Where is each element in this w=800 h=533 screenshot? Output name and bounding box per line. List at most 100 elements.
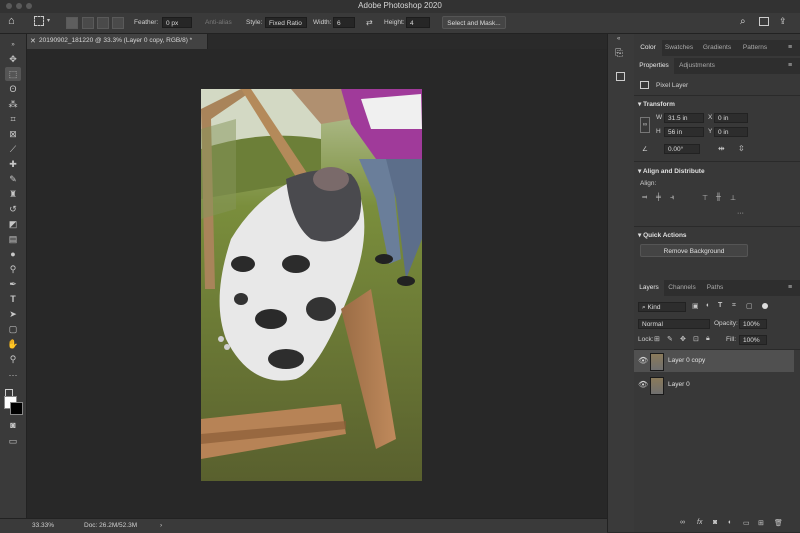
share-icon[interactable]: ⇪	[779, 16, 787, 27]
align-top-icon[interactable]: ⊤	[702, 194, 708, 202]
history-brush-tool-icon[interactable]: ↺	[5, 202, 21, 216]
swap-dimensions-icon[interactable]: ⇄	[366, 17, 373, 29]
eyedropper-tool-icon[interactable]: ⟋	[5, 142, 21, 156]
flip-horizontal-icon[interactable]: ⇹	[718, 144, 725, 153]
angle-field[interactable]: 0.00°	[664, 144, 700, 154]
new-group-icon[interactable]: ▭	[743, 519, 750, 527]
tab-layers[interactable]: Layers	[634, 280, 664, 296]
blend-mode-select[interactable]: Normal	[638, 319, 710, 329]
add-selection-mode-button[interactable]	[82, 17, 94, 29]
tab-gradients[interactable]: Gradients	[698, 40, 736, 56]
layer-filter-kind-select[interactable]: ⌕ Kind	[638, 302, 686, 312]
layer-row-layer-0-copy[interactable]: 👁︎ Layer 0 copy	[634, 350, 794, 372]
lock-transparent-icon[interactable]: ⊞	[654, 335, 660, 343]
path-selection-tool-icon[interactable]: ➤	[5, 307, 21, 321]
frame-tool-icon[interactable]: ⊠	[5, 127, 21, 141]
style-select[interactable]: Fixed Ratio	[265, 17, 307, 28]
new-layer-icon[interactable]: ⊞	[758, 519, 764, 527]
healing-brush-tool-icon[interactable]: ✚	[5, 157, 21, 171]
filter-shape-icon[interactable]: ⌗	[732, 302, 736, 310]
rectangular-marquee-tool-icon[interactable]: ⬚	[5, 67, 21, 81]
shape-tool-icon[interactable]: ▢	[5, 322, 21, 336]
move-tool-icon[interactable]: ✥	[5, 52, 21, 66]
type-tool-icon[interactable]: T	[5, 292, 21, 306]
visibility-eye-icon[interactable]: 👁︎	[638, 380, 648, 389]
align-bottom-icon[interactable]: ⊥	[730, 194, 736, 202]
background-color-swatch[interactable]	[10, 402, 23, 415]
intersect-selection-mode-button[interactable]	[112, 17, 124, 29]
width-input[interactable]: 6	[333, 17, 355, 28]
close-icon[interactable]: ✕	[30, 37, 36, 45]
filter-type-icon[interactable]: T	[718, 302, 722, 309]
lasso-tool-icon[interactable]: ʘ	[5, 82, 21, 96]
brush-tool-icon[interactable]: ✎	[5, 172, 21, 186]
tab-swatches[interactable]: Swatches	[662, 40, 696, 56]
align-center-h-icon[interactable]: ╪	[656, 194, 661, 201]
delete-layer-icon[interactable]: 🗑︎	[774, 519, 783, 527]
pen-tool-icon[interactable]: ✒	[5, 277, 21, 291]
quick-selection-tool-icon[interactable]: ⁂	[5, 97, 21, 111]
libraries-panel-icon[interactable]	[616, 72, 625, 81]
expand-panels-icon[interactable]: «	[617, 36, 620, 42]
transform-section-header[interactable]: ▾ Transform	[638, 100, 675, 108]
tab-patterns[interactable]: Patterns	[738, 40, 772, 56]
canvas-image[interactable]	[201, 89, 422, 481]
new-selection-mode-button[interactable]	[66, 17, 78, 29]
hand-tool-icon[interactable]: ✋	[5, 337, 21, 351]
opacity-field[interactable]: 100%	[739, 319, 767, 329]
tab-properties[interactable]: Properties	[634, 58, 674, 74]
more-tools-icon[interactable]: ···	[5, 368, 21, 382]
layer-style-fx-icon[interactable]: fx	[697, 519, 702, 526]
eraser-tool-icon[interactable]: ◩	[5, 217, 21, 231]
filter-pixel-icon[interactable]: ▣	[692, 302, 699, 310]
tab-adjustments[interactable]: Adjustments	[674, 58, 720, 74]
marquee-preset-icon[interactable]	[34, 16, 44, 26]
filter-toggle-icon[interactable]	[762, 303, 768, 309]
filter-smart-object-icon[interactable]: ▢	[746, 302, 753, 310]
fill-field[interactable]: 100%	[739, 335, 767, 345]
quick-mask-icon[interactable]: ◙	[5, 418, 21, 432]
clone-stamp-tool-icon[interactable]: ♜	[5, 187, 21, 201]
toolbar-collapse-icon[interactable]: »	[5, 38, 21, 52]
history-panel-icon[interactable]: ⎘	[615, 48, 623, 59]
workspace-icon[interactable]	[759, 17, 769, 26]
subtract-selection-mode-button[interactable]	[97, 17, 109, 29]
gradient-tool-icon[interactable]: ▤	[5, 232, 21, 246]
layer-row-layer-0[interactable]: 👁︎ Layer 0	[634, 374, 794, 396]
filter-adjustment-icon[interactable]: ◐	[706, 302, 710, 309]
home-icon[interactable]: ⌂	[8, 15, 15, 27]
align-middle-icon[interactable]: ╫	[716, 194, 721, 201]
x-field[interactable]: 0 in	[714, 113, 748, 123]
crop-tool-icon[interactable]: ⌗	[5, 112, 21, 126]
add-mask-icon[interactable]: ◙	[713, 519, 717, 526]
dodge-tool-icon[interactable]: ⚲	[5, 262, 21, 276]
y-field[interactable]: 0 in	[714, 127, 748, 137]
link-dimensions-icon[interactable]: ∞	[640, 117, 650, 133]
zoom-level[interactable]: 33.33%	[32, 522, 54, 529]
align-right-icon[interactable]: ⫣	[670, 194, 674, 202]
blur-tool-icon[interactable]: ●	[5, 247, 21, 261]
tab-color[interactable]: Color	[634, 40, 662, 56]
feather-input[interactable]: 0 px	[162, 17, 192, 28]
tab-paths[interactable]: Paths	[702, 280, 728, 296]
align-section-header[interactable]: ▾ Align and Distribute	[638, 167, 705, 175]
lock-position-icon[interactable]: ✥	[680, 335, 686, 343]
link-layers-icon[interactable]: ∞	[680, 519, 685, 526]
adjustment-layer-icon[interactable]: ◐	[728, 519, 732, 526]
width-field[interactable]: 31.5 in	[664, 113, 704, 123]
lock-artboard-icon[interactable]: ⊡	[693, 335, 699, 343]
panel-menu-icon[interactable]: ≡	[788, 62, 792, 69]
remove-background-button[interactable]: Remove Background	[640, 244, 748, 257]
height-input[interactable]: 4	[406, 17, 430, 28]
lock-image-icon[interactable]: ✎	[667, 335, 673, 343]
screen-mode-icon[interactable]: ▭	[5, 434, 21, 448]
flip-vertical-icon[interactable]: ⇳	[738, 144, 745, 153]
lock-all-icon[interactable]: 🔒︎	[706, 335, 710, 343]
panel-menu-icon[interactable]: ≡	[788, 284, 792, 291]
document-tab[interactable]: ✕ 20190902_181220 @ 33.3% (Layer 0 copy,…	[27, 34, 208, 49]
tab-channels[interactable]: Channels	[664, 280, 700, 296]
align-left-icon[interactable]: ⫤	[642, 194, 647, 202]
more-options-icon[interactable]: ···	[737, 210, 744, 217]
search-icon[interactable]: ⌕	[740, 16, 746, 27]
chevron-right-icon[interactable]: ›	[160, 522, 162, 529]
